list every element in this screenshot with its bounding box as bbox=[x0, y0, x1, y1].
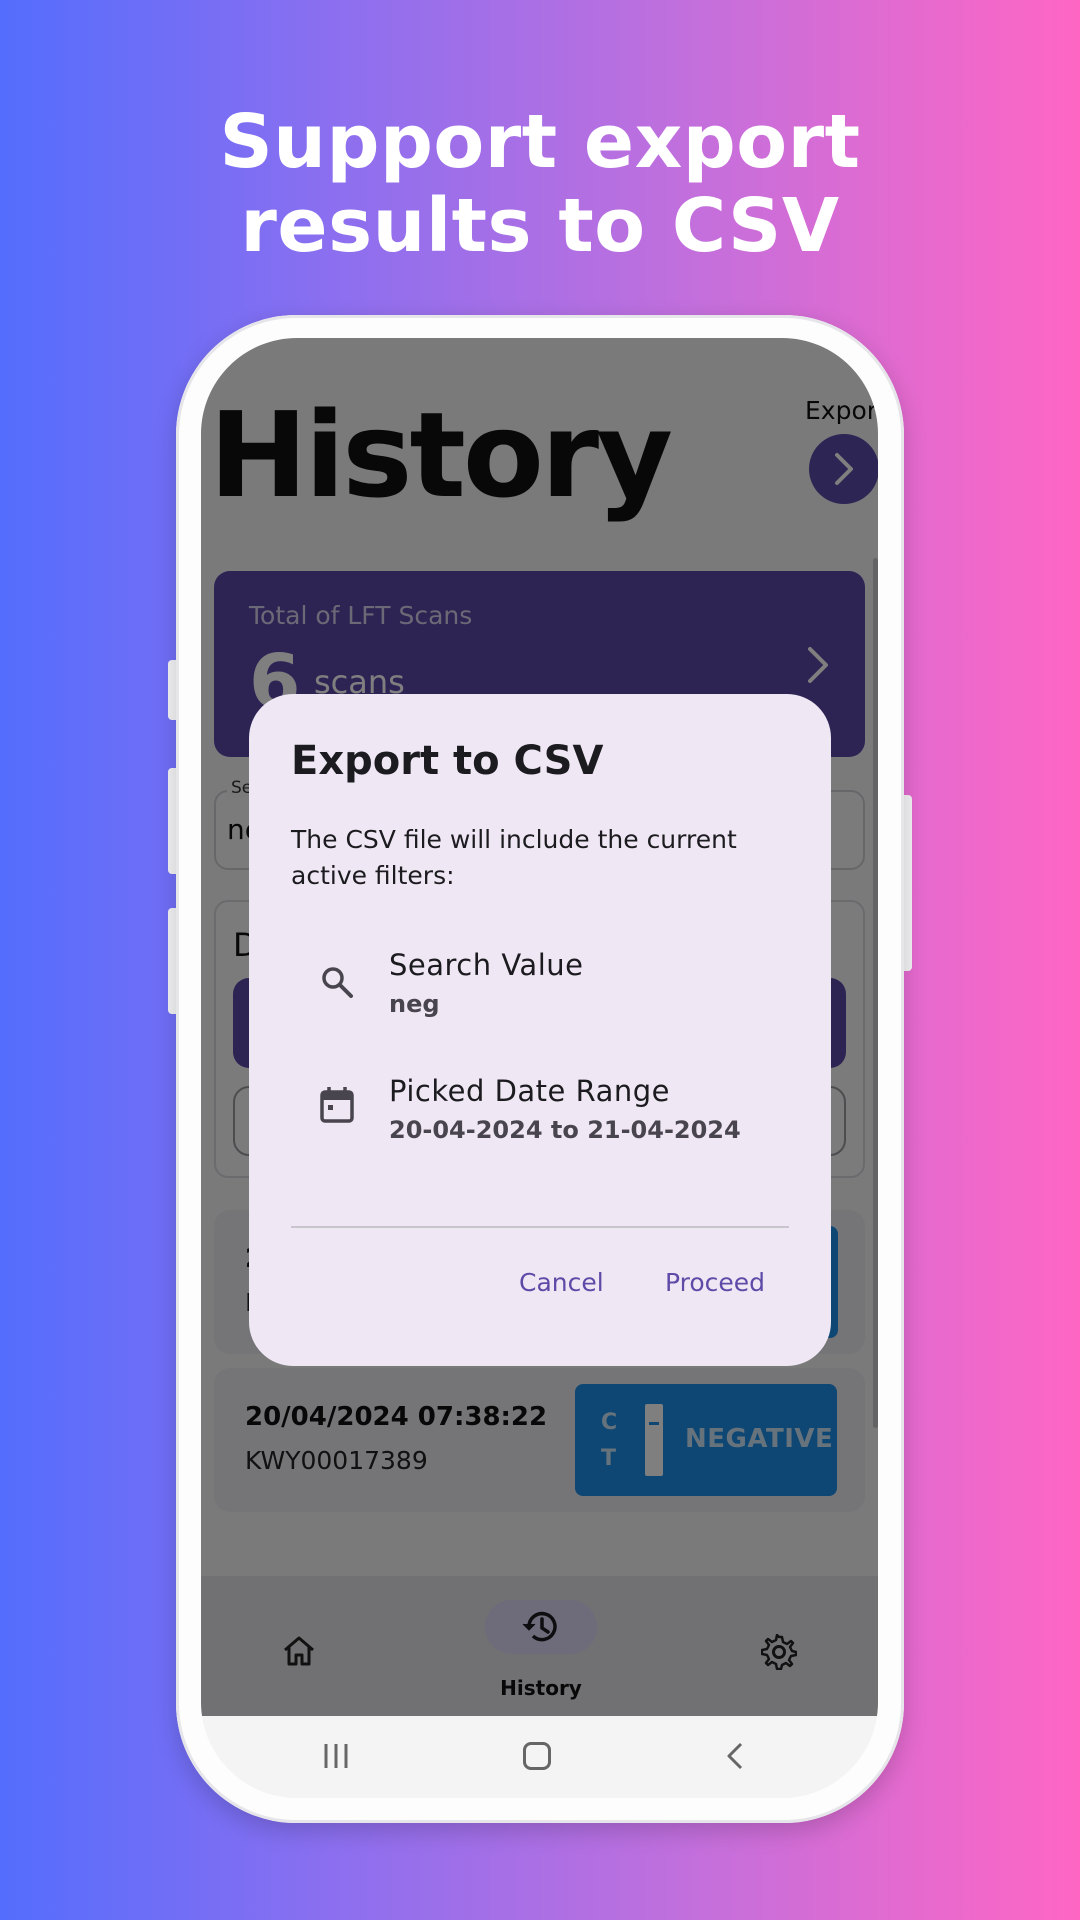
cancel-button[interactable]: Cancel bbox=[519, 1268, 604, 1297]
history-screen: History Export Total of LFT Scans 6 scan… bbox=[201, 338, 878, 1716]
proceed-button[interactable]: Proceed bbox=[665, 1268, 765, 1297]
dialog-title: Export to CSV bbox=[291, 738, 604, 784]
filter-title: Picked Date Range bbox=[389, 1074, 671, 1108]
system-home-icon[interactable] bbox=[523, 1742, 551, 1770]
calendar-icon bbox=[320, 1087, 354, 1123]
dialog-divider bbox=[291, 1226, 789, 1228]
back-icon[interactable] bbox=[723, 1740, 747, 1772]
filter-value: neg bbox=[389, 990, 440, 1018]
headline-line-1: Support export bbox=[219, 99, 861, 185]
headline-line-2: results to CSV bbox=[240, 183, 840, 269]
filter-title: Search Value bbox=[389, 948, 584, 982]
headline: Support export results to CSV bbox=[0, 100, 1080, 268]
system-navigation-bar bbox=[201, 1716, 878, 1798]
dialog-body: The CSV file will include the current ac… bbox=[291, 825, 737, 890]
search-icon bbox=[322, 967, 353, 998]
recent-apps-icon[interactable] bbox=[321, 1740, 351, 1772]
export-dialog: Export to CSV The CSV file will include … bbox=[249, 694, 831, 1366]
filter-value: 20-04-2024 to 21-04-2024 bbox=[389, 1116, 741, 1144]
phone-screen: History Export Total of LFT Scans 6 scan… bbox=[201, 338, 878, 1798]
